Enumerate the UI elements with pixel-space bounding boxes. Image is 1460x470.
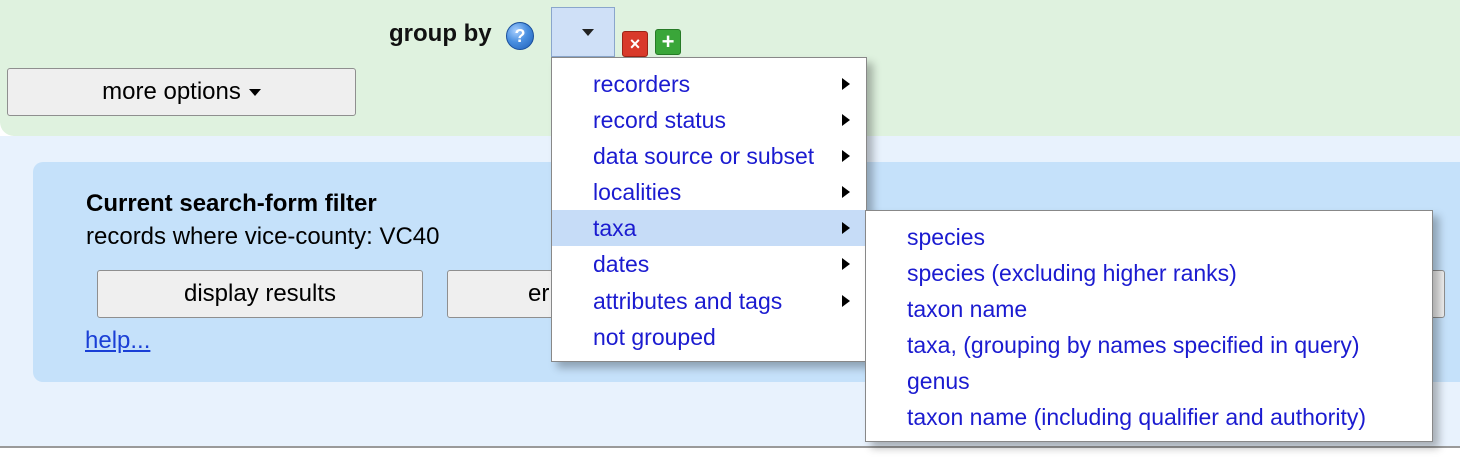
chevron-right-icon	[842, 295, 850, 307]
remove-icon[interactable]: ×	[622, 31, 648, 57]
submenu-item-taxa-grouping[interactable]: taxa, (grouping by names specified in qu…	[866, 327, 1432, 363]
secondary-button[interactable]: er	[447, 270, 567, 318]
help-link[interactable]: help...	[85, 327, 150, 355]
chevron-right-icon	[842, 114, 850, 126]
chevron-right-icon	[842, 258, 850, 270]
menu-item-recorders[interactable]: recorders	[552, 66, 866, 102]
menu-item-label: recorders	[593, 71, 691, 97]
more-options-button[interactable]: more options	[7, 68, 356, 116]
menu-item-label: attributes and tags	[593, 288, 783, 314]
chevron-down-icon[interactable]	[582, 29, 594, 36]
filter-title: Current search-form filter	[86, 190, 377, 217]
menu-item-label: dates	[593, 251, 650, 277]
submenu-item-taxon-name-full[interactable]: taxon name (including qualifier and auth…	[866, 399, 1432, 435]
more-options-label: more options	[102, 78, 241, 105]
menu-item-label: data source or subset	[593, 143, 815, 169]
secondary-button-label: er	[528, 280, 550, 307]
chevron-right-icon	[842, 186, 850, 198]
submenu-item-taxon-name[interactable]: taxon name	[866, 291, 1432, 327]
submenu-item-species[interactable]: species	[866, 219, 1432, 255]
menu-item-label: not grouped	[593, 324, 716, 350]
menu-item-record-status[interactable]: record status	[552, 102, 866, 138]
display-results-label: display results	[183, 280, 337, 307]
menu-item-attributes-tags[interactable]: attributes and tags	[552, 283, 866, 319]
help-icon[interactable]: ?	[506, 22, 534, 50]
submenu-item-species-excluding-higher-ranks[interactable]: species (excluding higher ranks)	[866, 255, 1432, 291]
menu-item-label: record status	[593, 107, 726, 133]
chevron-right-icon	[842, 78, 850, 90]
display-results-button[interactable]: display results	[97, 270, 423, 318]
menu-item-dates[interactable]: dates	[552, 246, 866, 282]
menu-item-label: taxa	[593, 215, 637, 241]
menu-item-data-source[interactable]: data source or subset	[552, 138, 866, 174]
add-icon[interactable]: +	[655, 29, 681, 55]
menu-item-not-grouped[interactable]: not grouped	[552, 319, 866, 355]
group-by-label: group by	[389, 20, 492, 47]
menu-item-taxa[interactable]: taxa	[552, 210, 866, 246]
caret-down-icon	[248, 88, 261, 96]
chevron-right-icon	[842, 222, 850, 234]
divider	[0, 446, 1460, 448]
group-by-menu: recorders record status data source or s…	[551, 57, 867, 362]
menu-item-label: localities	[593, 179, 682, 205]
filter-description: records where vice-county: VC40	[86, 223, 440, 250]
menu-item-localities[interactable]: localities	[552, 174, 866, 210]
chevron-right-icon	[842, 150, 850, 162]
submenu-item-genus[interactable]: genus	[866, 363, 1432, 399]
taxa-submenu: species species (excluding higher ranks)…	[865, 210, 1433, 442]
